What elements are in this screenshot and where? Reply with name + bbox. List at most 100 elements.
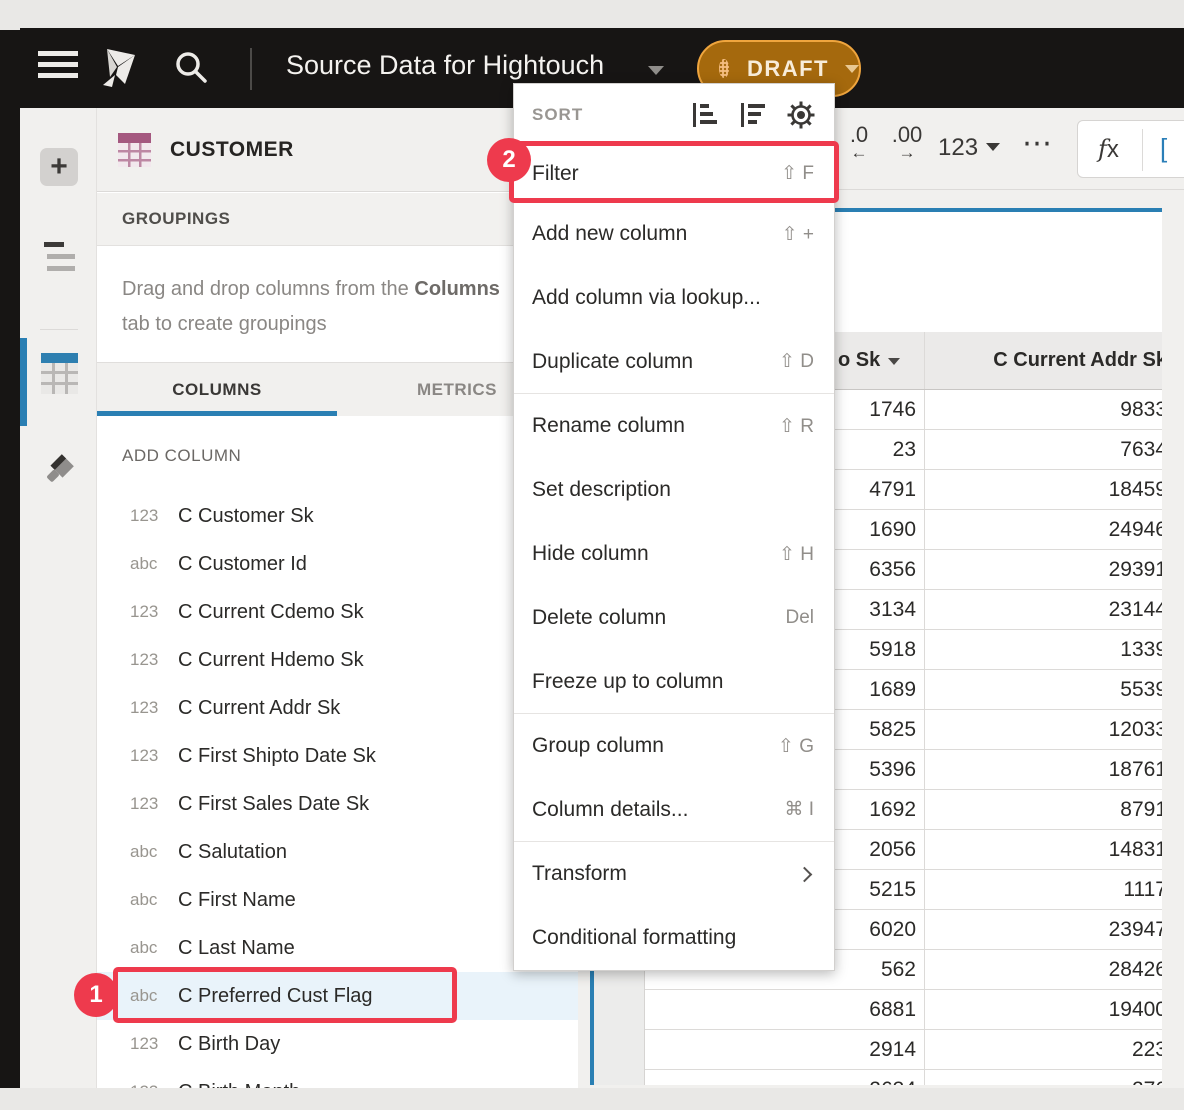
column-type-badge: abc	[130, 842, 178, 862]
table-cell[interactable]: 23144	[925, 590, 1162, 630]
context-menu-item[interactable]: Column details... ⌘ I	[514, 778, 834, 842]
table-cell[interactable]: 23947	[925, 910, 1162, 950]
table-cell[interactable]: 223	[925, 1030, 1162, 1070]
column-label: C First Sales Date Sk	[178, 793, 369, 816]
table-cell[interactable]: 1339	[925, 630, 1162, 670]
topbar-divider	[250, 48, 252, 90]
sort-descending-icon[interactable]	[738, 101, 768, 129]
table-row: 6881 19400	[594, 990, 1162, 1030]
number-format-dropdown[interactable]: 123	[938, 134, 1000, 162]
table-cell[interactable]: 2634	[645, 1070, 925, 1085]
column-list-item[interactable]: 123 C Customer Sk	[97, 492, 578, 540]
column-list-item[interactable]: 123 C Birth Month	[97, 1068, 578, 1088]
table-cell[interactable]: 19400	[925, 990, 1162, 1030]
row-gutter-cell[interactable]	[594, 1070, 645, 1085]
sort-ascending-icon[interactable]	[690, 101, 720, 129]
context-menu-item[interactable]: Freeze up to column	[514, 650, 834, 714]
add-column-label[interactable]: ADD COLUMN	[122, 446, 241, 466]
column-label: C Last Name	[178, 937, 295, 960]
context-menu-item[interactable]: Add new column ⇧ +	[514, 202, 834, 266]
page-outline-icon[interactable]	[44, 242, 76, 272]
table-cell[interactable]: 24946	[925, 510, 1162, 550]
column-list-item[interactable]: abc C First Name	[97, 876, 578, 924]
column-list-item[interactable]: abc C Customer Id	[97, 540, 578, 588]
shortcut-label: ⇧ G	[778, 735, 814, 758]
row-gutter-cell[interactable]	[594, 1030, 645, 1070]
column-menu-caret-icon[interactable]	[888, 358, 900, 365]
sigma-bird-logo[interactable]	[94, 44, 142, 92]
column-list-item[interactable]: 123 C Current Hdemo Sk	[97, 636, 578, 684]
hamburger-menu-icon[interactable]	[38, 51, 78, 85]
context-menu-item[interactable]: Transform	[514, 842, 834, 906]
add-element-button[interactable]: +	[40, 148, 78, 186]
element-rail: +	[20, 108, 97, 1088]
context-menu-item[interactable]: Add column via lookup...	[514, 266, 834, 330]
draft-label: DRAFT	[747, 56, 829, 82]
column-list-item[interactable]: 123 C First Sales Date Sk	[97, 780, 578, 828]
table-cell[interactable]: 276	[925, 1070, 1162, 1085]
table-cell[interactable]: 12033	[925, 710, 1162, 750]
column-label: C Customer Sk	[178, 505, 314, 528]
column-type-badge: 123	[130, 506, 178, 526]
table-purple-icon	[118, 133, 151, 167]
active-element-indicator	[20, 338, 27, 426]
column-type-badge: abc	[130, 938, 178, 958]
format-brush-icon[interactable]	[40, 448, 78, 486]
row-gutter-cell[interactable]	[594, 990, 645, 1030]
column-type-badge: 123	[130, 1082, 178, 1088]
table-cell[interactable]: 8791	[925, 790, 1162, 830]
column-header-c-current-addr-sk[interactable]: C Current Addr Sk	[925, 332, 1162, 389]
context-menu-item[interactable]: Rename column ⇧ R	[514, 394, 834, 458]
menu-item-label: Conditional formatting	[532, 926, 814, 950]
context-menu-item[interactable]: Delete column Del	[514, 586, 834, 650]
decrease-decimals-icon[interactable]: .0 ←	[836, 124, 882, 160]
table-cell[interactable]: 7634	[925, 430, 1162, 470]
gear-icon[interactable]	[786, 100, 816, 130]
table-cell[interactable]: 1117	[925, 870, 1162, 910]
table-element-icon[interactable]	[41, 353, 78, 394]
table-cell[interactable]: 29391	[925, 550, 1162, 590]
menu-item-label: Delete column	[532, 606, 785, 630]
number-format-caret-icon	[986, 143, 1000, 151]
column-list-item[interactable]: 123 C Birth Day	[97, 1020, 578, 1068]
context-menu-item[interactable]: Set description	[514, 458, 834, 522]
menu-item-label: Duplicate column	[532, 350, 779, 374]
table-cell[interactable]: 5539	[925, 670, 1162, 710]
table-cell[interactable]: 28426	[925, 950, 1162, 990]
column-list-item[interactable]: abc C Last Name	[97, 924, 578, 972]
increase-decimals-icon[interactable]: .00 →	[884, 124, 930, 160]
menu-item-filter[interactable]: Filter ⇧ F	[514, 146, 834, 202]
menu-item-label: Set description	[532, 478, 814, 502]
formula-text[interactable]: [	[1160, 133, 1167, 164]
app-window: Source Data for Hightouch DRAFT +	[20, 28, 1184, 1088]
more-options-icon[interactable]: ⋯	[1022, 126, 1053, 161]
table-cell[interactable]: 14831	[925, 830, 1162, 870]
table-cell[interactable]: 6881	[645, 990, 925, 1030]
context-menu-item[interactable]: Duplicate column ⇧ D	[514, 330, 834, 394]
column-label: C First Shipto Date Sk	[178, 745, 376, 768]
table-cell[interactable]: 2914	[645, 1030, 925, 1070]
title-dropdown-caret-icon[interactable]	[648, 66, 664, 75]
table-cell[interactable]: 18459	[925, 470, 1162, 510]
search-icon[interactable]	[172, 48, 212, 88]
column-list-item[interactable]: 123 C First Shipto Date Sk	[97, 732, 578, 780]
column-label: C Customer Id	[178, 553, 307, 576]
shortcut-label: ⇧ F	[781, 162, 814, 185]
panel-tabs: COLUMNS METRICS	[97, 362, 578, 416]
screenshot-stage: Source Data for Hightouch DRAFT +	[0, 0, 1184, 1110]
context-menu-item[interactable]: Conditional formatting	[514, 906, 834, 970]
shortcut-label: ⇧ D	[779, 350, 814, 373]
table-cell[interactable]: 18761	[925, 750, 1162, 790]
table-cell[interactable]: 9833	[925, 390, 1162, 430]
tab-columns[interactable]: COLUMNS	[97, 363, 337, 417]
context-menu-item[interactable]: Group column ⇧ G	[514, 714, 834, 778]
column-list-item[interactable]: abc C Preferred Cust Flag	[97, 972, 578, 1020]
formula-bar[interactable]: fx [	[1077, 120, 1184, 178]
groupings-hint-line1: Drag and drop columns from the Columns	[122, 278, 500, 301]
column-list-item[interactable]: 123 C Current Cdemo Sk	[97, 588, 578, 636]
column-list-item[interactable]: 123 C Current Addr Sk	[97, 684, 578, 732]
groupings-section-header[interactable]: GROUPINGS	[97, 193, 578, 246]
context-menu-item[interactable]: Hide column ⇧ H	[514, 522, 834, 586]
document-title[interactable]: Source Data for Hightouch	[286, 50, 604, 81]
column-list-item[interactable]: abc C Salutation	[97, 828, 578, 876]
